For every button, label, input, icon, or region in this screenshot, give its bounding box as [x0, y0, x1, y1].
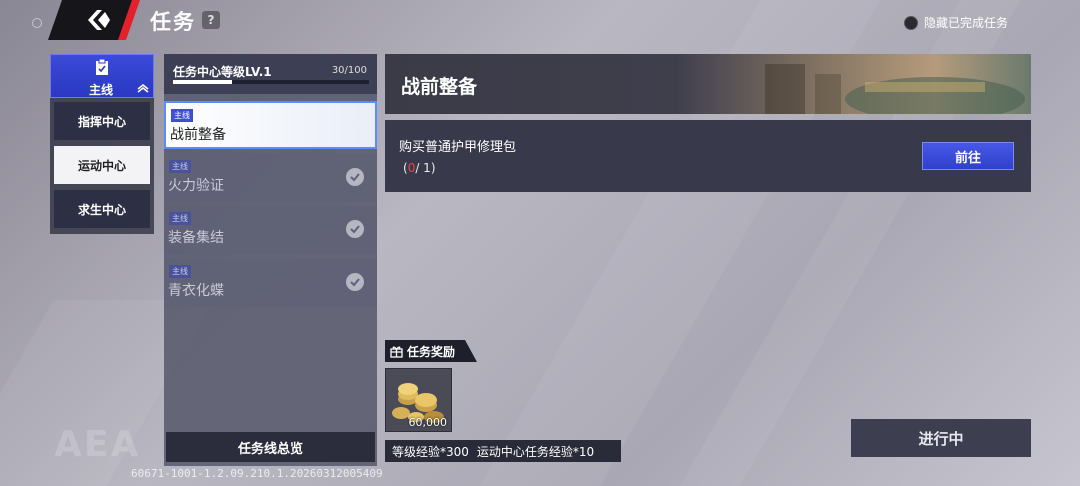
aea-logo: AEA: [54, 424, 141, 465]
level-box: 任务中心等级LV.1 30/100: [164, 54, 377, 94]
check-icon: [346, 220, 364, 238]
clipboard-icon: [96, 59, 108, 75]
level-progress-fill: [173, 80, 232, 84]
sidebar-item-survival-center[interactable]: 求生中心: [54, 190, 150, 228]
quest-list-panel: 任务中心等级LV.1 30/100 主线 战前整备 主线 火力验证 主线 装备集…: [164, 54, 377, 466]
radio-icon[interactable]: [904, 15, 918, 30]
banner-art: [765, 64, 1025, 114]
reward-header: 任务奖励: [385, 340, 477, 362]
check-icon: [346, 273, 364, 291]
hide-completed-label: 隐藏已完成任务: [924, 16, 1009, 30]
center-exp-reward: 运动中心任务经验*10: [476, 444, 595, 459]
sidebar-item-command-center[interactable]: 指挥中心: [54, 102, 150, 140]
hide-completed-toggle[interactable]: 隐藏已完成任务: [904, 14, 1008, 31]
quest-item[interactable]: 主线 战前整备: [164, 101, 377, 149]
gift-icon: [390, 346, 403, 358]
help-icon[interactable]: ?: [202, 11, 220, 29]
chevron-up-icon[interactable]: [137, 83, 149, 93]
task-name: 购买普通护甲修理包: [399, 140, 517, 155]
tab-main-line-label: 主线: [89, 83, 114, 97]
quest-tag: 主线: [171, 109, 193, 122]
in-progress-button[interactable]: 进行中: [851, 419, 1031, 457]
back-arrow-icon: [88, 10, 110, 30]
back-button[interactable]: [48, 0, 140, 40]
page-title: 任务: [150, 10, 196, 34]
quest-title: 战前整备: [401, 76, 478, 98]
version-string: 60671-1001-1.2.09.210.1.20260312005409: [131, 467, 383, 480]
quest-name: 战前整备: [170, 127, 226, 143]
sub-tab-list: 指挥中心 运动中心 求生中心: [50, 98, 154, 234]
quest-name: 火力验证: [168, 178, 224, 194]
quest-name: 青衣化蝶: [168, 283, 224, 299]
task-progress-total: / 1: [415, 161, 431, 175]
task-progress: (0/ 1): [403, 161, 436, 175]
goto-button[interactable]: 前往: [922, 142, 1014, 170]
quest-item[interactable]: 主线 火力验证: [164, 154, 377, 202]
exp-rewards: 等级经验*300 运动中心任务经验*10: [385, 440, 621, 462]
quest-name: 装备集结: [168, 230, 224, 246]
sidebar-item-sports-center[interactable]: 运动中心: [54, 146, 150, 184]
level-label: 任务中心等级LV.1: [173, 65, 272, 79]
tab-main-line[interactable]: 主线: [50, 54, 154, 98]
quest-item[interactable]: 主线 装备集结: [164, 206, 377, 254]
reward-item-coins[interactable]: 60,000: [385, 368, 452, 432]
reward-quantity: 60,000: [408, 416, 448, 429]
quest-line-overview-button[interactable]: 任务线总览: [166, 432, 375, 462]
level-exp-reward: 等级经验*300: [392, 444, 469, 459]
corner-indicator: [32, 18, 42, 28]
quest-tag: 主线: [169, 265, 191, 278]
level-progress-bar: [173, 80, 369, 84]
quest-tag: 主线: [169, 212, 191, 225]
reward-header-label: 任务奖励: [407, 344, 456, 359]
quest-banner: 战前整备: [385, 54, 1031, 114]
quest-item[interactable]: 主线 青衣化蝶: [164, 259, 377, 307]
level-progress-text: 30/100: [331, 65, 367, 76]
quest-tag: 主线: [169, 160, 191, 173]
task-panel: 购买普通护甲修理包 (0/ 1) 前往: [385, 120, 1031, 192]
check-icon: [346, 168, 364, 186]
